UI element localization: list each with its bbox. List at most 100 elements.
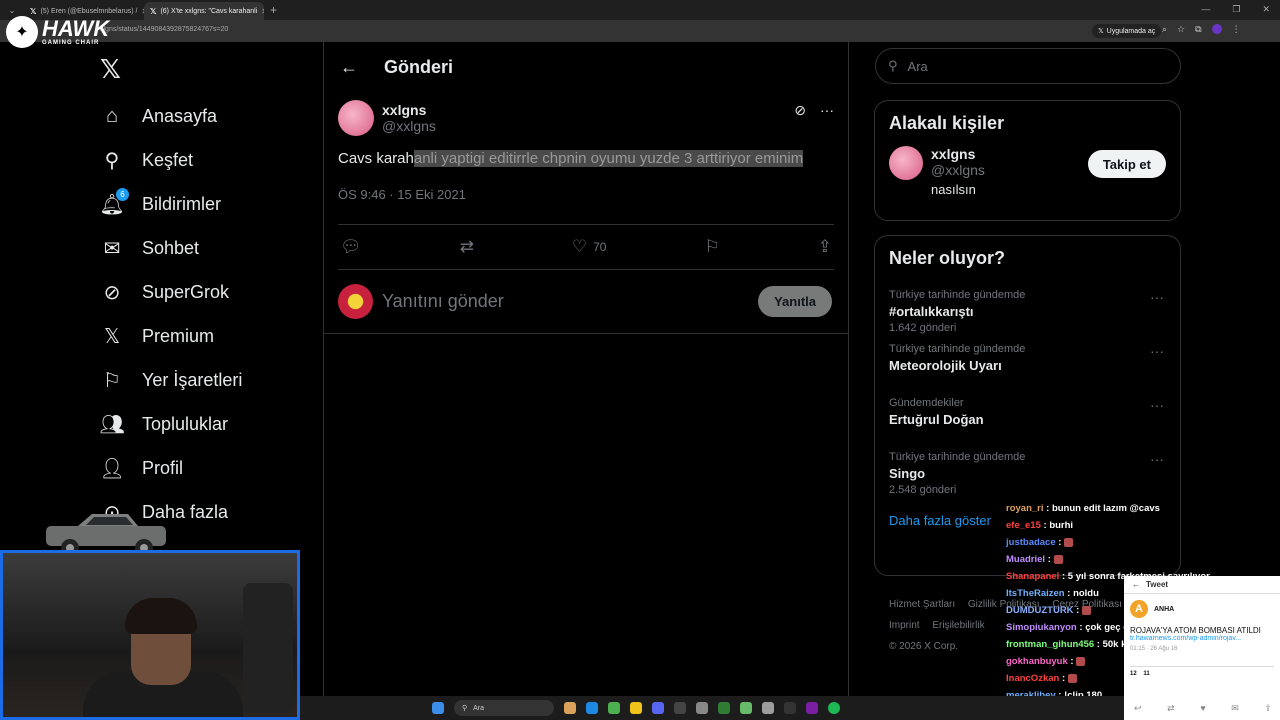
star-icon[interactable]: ☆ <box>1177 24 1185 35</box>
nav-item-messages[interactable]: ✉ Sohbet <box>100 226 242 270</box>
more-options-icon[interactable]: ··· <box>1150 451 1164 467</box>
more-options-icon[interactable]: ··· <box>1150 397 1164 413</box>
nav-item-home[interactable]: ⌂ Anasayfa <box>100 94 242 138</box>
follow-button[interactable]: Takip et <box>1087 150 1166 178</box>
folder-icon[interactable] <box>630 702 642 714</box>
nav-item-supergrok[interactable]: ⊘ SuperGrok <box>100 270 242 314</box>
obs-icon[interactable] <box>784 702 796 714</box>
more-options-icon[interactable]: ··· <box>820 102 834 119</box>
footer-link[interactable]: Erişilebilirlik <box>932 620 984 631</box>
nav-item-profile[interactable]: 👤︎ Profil <box>99 446 242 490</box>
popup-author[interactable]: A ANHA <box>1130 600 1274 618</box>
trend-item[interactable]: Gündemdekiler Ertuğrul Doğan ··· <box>875 389 1180 443</box>
app-icon[interactable] <box>564 702 576 714</box>
reply-button[interactable]: 💬︎ <box>340 237 362 257</box>
nav-item-explore[interactable]: ⚲ Keşfet <box>100 138 242 182</box>
close-window-icon[interactable]: ✕ <box>1262 4 1270 15</box>
repost-icon[interactable]: ⇄ <box>1167 703 1175 714</box>
tweet-popup: ← Tweet A ANHA ROJAVA'YA ATOM BOMBASI AT… <box>1124 576 1280 720</box>
zoom-icon[interactable]: ⌕ <box>1162 24 1167 35</box>
my-avatar[interactable] <box>338 284 373 319</box>
popup-header: ← Tweet <box>1124 576 1280 594</box>
chat-username[interactable]: royan_ri <box>1006 503 1044 514</box>
new-tab-icon[interactable]: + <box>270 3 277 17</box>
chat-username[interactable]: Shanapanel <box>1006 571 1059 582</box>
search-input[interactable]: ⚲ Ara <box>875 48 1181 84</box>
like-button[interactable]: ♡ 70 <box>572 237 607 257</box>
mail-icon[interactable]: ✉ <box>1231 703 1239 714</box>
chat-separator: : <box>1064 588 1074 599</box>
reply-input[interactable]: Yanıtını gönder <box>382 291 504 312</box>
chat-username[interactable]: DUMDUZTURK <box>1006 605 1074 616</box>
back-arrow-icon[interactable]: ← <box>340 57 358 78</box>
bookmark-button[interactable]: ⚐ <box>704 237 719 257</box>
chat-username[interactable]: InancOzkan <box>1006 673 1059 684</box>
footer-link[interactable]: Imprint <box>889 620 920 631</box>
chat-username[interactable]: gokhanbuyuk <box>1006 656 1068 667</box>
reply-submit-button[interactable]: Yanıtla <box>758 286 832 317</box>
profile-avatar-icon[interactable] <box>1211 24 1222 34</box>
tab-menu-icon[interactable]: ⌄ <box>0 6 24 15</box>
person-handle[interactable]: @xxlgns <box>931 162 985 178</box>
person-name[interactable]: xxlgns <box>931 146 985 162</box>
avatar[interactable] <box>889 146 923 180</box>
trend-item[interactable]: Türkiye tarihinde gündemde Singo 2.548 g… <box>875 443 1180 497</box>
nav-item-notifications[interactable]: 🔔︎ 6 Bildirimler <box>99 182 242 226</box>
close-tab-icon[interactable]: ✕ <box>261 7 264 16</box>
emote-icon <box>1053 554 1063 564</box>
post-column: ← Gönderi xxlgns @xxlgns ⊘ ··· Cavs kara… <box>323 42 849 696</box>
chrome-icon[interactable] <box>608 702 620 714</box>
open-in-app-button[interactable]: 𝕏 Uygulamada aç <box>1092 24 1162 38</box>
steam-icon[interactable] <box>674 702 686 714</box>
author-name[interactable]: xxlgns <box>382 102 436 118</box>
trend-item[interactable]: Türkiye tarihinde gündemde #ortalıkkarış… <box>875 281 1180 335</box>
share-icon[interactable]: ⇪ <box>1264 703 1272 714</box>
chat-username[interactable]: efe_e15 <box>1006 520 1041 531</box>
chat-username[interactable]: justbadace <box>1006 537 1056 548</box>
more-options-icon[interactable]: ··· <box>1150 289 1164 305</box>
share-button[interactable]: ⇪ <box>818 237 832 257</box>
x-logo-icon[interactable]: 𝕏 <box>100 54 121 85</box>
chat-username[interactable]: Muadriel <box>1006 554 1045 565</box>
minimize-icon[interactable]: — <box>1201 4 1210 15</box>
tweet-author[interactable]: xxlgns @xxlgns <box>338 100 834 136</box>
search-icon: ⚲ <box>104 149 120 172</box>
app-icon[interactable] <box>740 702 752 714</box>
back-arrow-icon[interactable]: ← <box>1132 580 1140 589</box>
chat-separator: : <box>1045 554 1054 565</box>
grok-icon[interactable]: ⊘ <box>794 102 806 119</box>
tweet-timestamp[interactable]: ÖS 9:46 · 15 Eki 2021 <box>338 187 834 202</box>
popup-link[interactable]: tr.hawarnews.com/wp-admin/rojav... <box>1130 635 1274 642</box>
author-handle[interactable]: @xxlgns <box>382 118 436 134</box>
discord-icon[interactable] <box>652 702 664 714</box>
chat-username[interactable]: frontman_gihun456 <box>1006 639 1094 650</box>
url-field[interactable]: xlgns/status/1449084392875824767s=20 <box>100 26 228 33</box>
extensions-icon[interactable]: ⧉ <box>1195 24 1201 35</box>
windows-start-icon[interactable] <box>432 702 444 714</box>
avatar[interactable] <box>338 100 374 136</box>
repost-button[interactable]: ⇄ <box>460 237 474 257</box>
reply-icon[interactable]: ↩ <box>1134 703 1142 714</box>
heart-icon[interactable]: ♥ <box>1200 703 1205 714</box>
nav-item-bookmarks[interactable]: ⚐ Yer İşaretleri <box>100 358 242 402</box>
app-icon[interactable] <box>696 702 708 714</box>
browser-menu-icon[interactable]: ⋮ <box>1232 24 1241 35</box>
hawk-logo: ✦ HAWK GAMING CHAIR <box>6 16 109 48</box>
app-icon[interactable] <box>806 702 818 714</box>
chat-username[interactable]: ItsTheRaizen <box>1006 588 1065 599</box>
more-options-icon[interactable]: ··· <box>1150 343 1164 359</box>
chat-username[interactable]: Simopiukanyon <box>1006 622 1077 633</box>
related-person[interactable]: xxlgns @xxlgns nasılsın Takip et <box>875 146 1180 197</box>
app-icon[interactable] <box>762 702 774 714</box>
app-icon[interactable] <box>718 702 730 714</box>
taskbar-search[interactable]: ⚲ Ara <box>454 700 554 716</box>
x-favicon-icon: 𝕏 <box>30 6 37 16</box>
nav-item-communities[interactable]: 👥︎ Topluluklar <box>99 402 242 446</box>
browser-tab-2[interactable]: 𝕏 (6) X'te xxlgns: "Cavs karahanli ✕ <box>144 2 264 20</box>
trend-item[interactable]: Türkiye tarihinde gündemde Meteorolojik … <box>875 335 1180 389</box>
app-icon[interactable] <box>586 702 598 714</box>
restore-icon[interactable]: ❐ <box>1232 4 1240 15</box>
footer-link[interactable]: Hizmet Şartları <box>889 599 955 610</box>
spotify-icon[interactable] <box>828 702 840 714</box>
nav-item-premium[interactable]: 𝕏 Premium <box>100 314 242 358</box>
